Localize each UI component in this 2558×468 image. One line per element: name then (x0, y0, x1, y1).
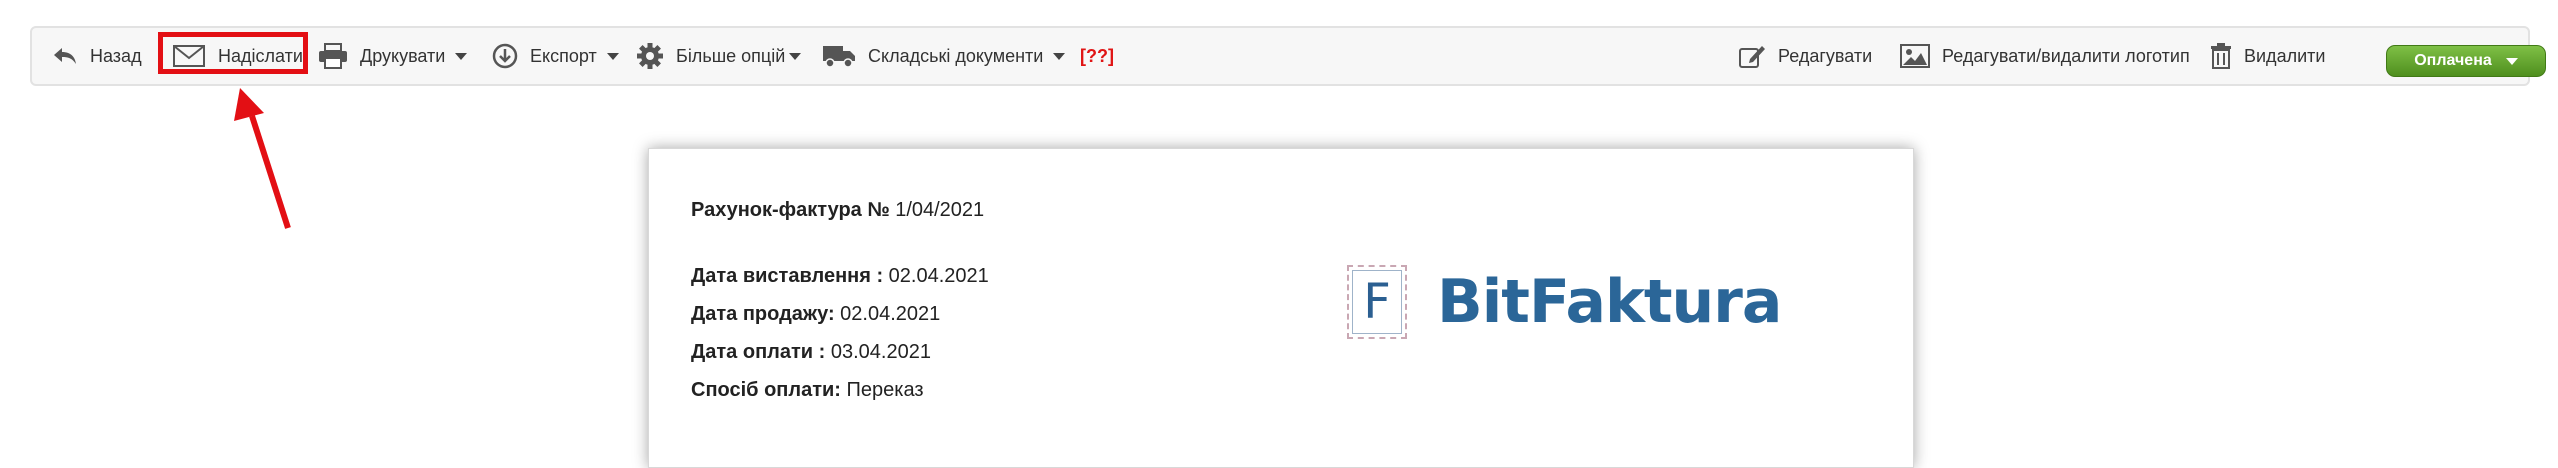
delete-label: Видалити (2244, 45, 2326, 66)
issue-date: Дата виставлення : 02.04.2021 (691, 265, 989, 287)
missing-translation-link[interactable]: [??] (1080, 28, 1114, 84)
edit-button[interactable]: Редагувати (1738, 28, 1872, 84)
truck-icon (823, 46, 855, 68)
invoice-title: Рахунок-фактура № 1/04/2021 (691, 199, 985, 221)
back-button[interactable]: Назад (52, 28, 142, 84)
export-chevron-down-icon (606, 52, 619, 60)
warehouse-documents-label: Складські документи (868, 45, 1044, 66)
edit-logo-label: Редагувати/видалити логотип (1942, 45, 2190, 66)
more-options-label: Більше опцій (676, 45, 786, 66)
payment-method: Спосіб оплати: Переказ (691, 379, 924, 401)
warehouse-chevron-down-icon (1053, 52, 1066, 60)
missing-translation-label: [??] (1080, 45, 1114, 66)
envelope-icon (173, 45, 205, 67)
printer-icon (319, 43, 347, 69)
send-button[interactable]: Надіслати (172, 28, 303, 84)
status-chevron-down-icon (2505, 57, 2518, 65)
edit-label: Редагувати (1778, 45, 1873, 66)
reply-arrow-icon (54, 48, 76, 64)
print-button[interactable]: Друкувати (318, 28, 468, 84)
sale-date: Дата продажу: 02.04.2021 (691, 303, 941, 325)
pencil-square-icon (1739, 46, 1765, 68)
send-label: Надіслати (218, 45, 303, 66)
back-label: Назад (90, 45, 142, 66)
logo-mark: F (1347, 265, 1407, 339)
export-button[interactable]: Експорт (492, 28, 619, 84)
image-icon (1900, 44, 1930, 68)
delete-button[interactable]: Видалити (2210, 28, 2325, 84)
trash-icon (2211, 43, 2231, 69)
more-options-button[interactable]: Більше опцій (636, 28, 802, 84)
warehouse-documents-button[interactable]: Складські документи (822, 28, 1066, 84)
gear-icon (637, 43, 663, 69)
logo-letter: F (1363, 274, 1391, 330)
document-toolbar: Назад Надіслати Друкувати Експорт Більше… (30, 26, 2546, 86)
status-dropdown-button[interactable]: Оплачена (2386, 45, 2546, 77)
status-label: Оплачена (2414, 52, 2492, 69)
export-label: Експорт (530, 45, 597, 66)
invoice-preview: Рахунок-фактура № 1/04/2021 Дата виставл… (648, 148, 1914, 468)
print-label: Друкувати (360, 45, 446, 66)
payment-date: Дата оплати : 03.04.2021 (691, 341, 931, 363)
download-circle-icon (492, 43, 518, 69)
company-logo: F BitFaktura (1347, 265, 1782, 339)
print-chevron-down-icon (455, 52, 468, 60)
logo-wordmark: BitFaktura (1437, 267, 1782, 337)
more-options-chevron-down-icon (789, 52, 802, 60)
edit-logo-button[interactable]: Редагувати/видалити логотип (1900, 28, 2190, 84)
